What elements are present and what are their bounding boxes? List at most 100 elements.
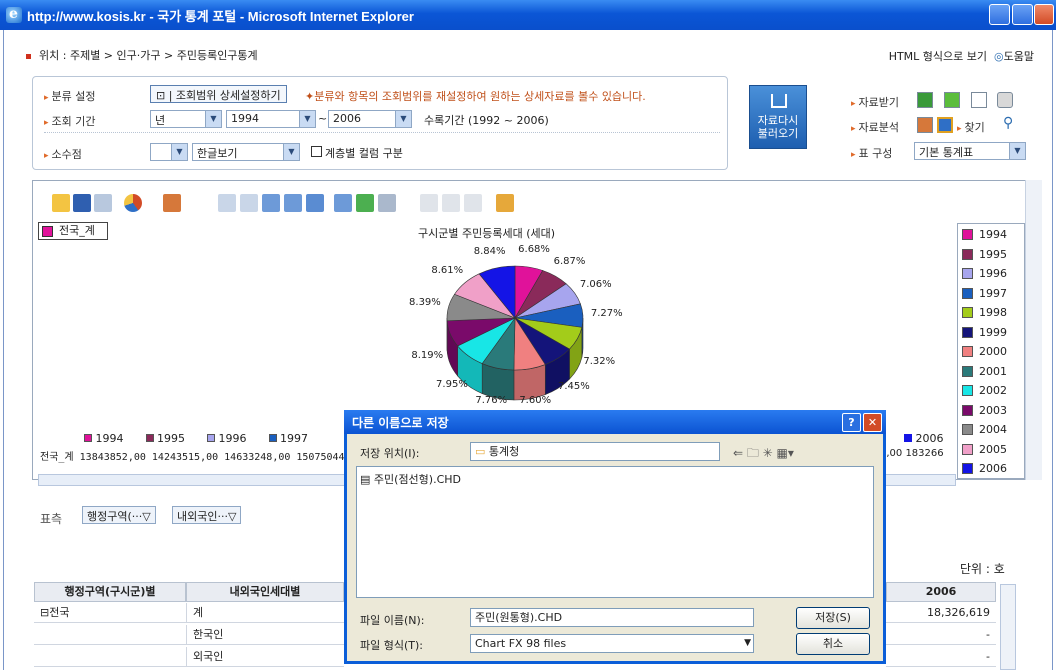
excel-icon[interactable] [917, 92, 933, 108]
hierarchy-checkbox[interactable] [311, 146, 322, 157]
save-button[interactable]: 저장(S) [796, 607, 870, 629]
vertical-scrollbar[interactable] [1025, 180, 1042, 480]
legend-swatch [962, 248, 973, 260]
pie-label-2004: 8.39% [409, 296, 441, 308]
file-list[interactable]: ▤ 주민(점선형).CHD [356, 466, 874, 598]
hierarchy-label: 계층별 컬럼 구분 [325, 147, 403, 160]
strip-legend-1994: 1994 [84, 432, 124, 445]
col-header-region: 행정구역(구시군)별 [34, 582, 186, 602]
print-icon[interactable] [997, 92, 1013, 108]
legend-item-2006: 2006 [962, 462, 1007, 475]
csv-icon[interactable] [944, 92, 960, 108]
pie-type-icon[interactable] [124, 194, 142, 212]
download-label: 자료받기 [851, 94, 899, 110]
file-type-select[interactable]: Chart FX 98 files ▼ [470, 634, 754, 653]
file-icon: ▤ [360, 473, 371, 486]
table-cell: 한국인 [186, 625, 344, 645]
legend-label: 2004 [979, 423, 1007, 436]
legend-label: 2006 [979, 462, 1007, 475]
legend-swatch [962, 326, 973, 338]
legend-icon[interactable] [240, 194, 258, 212]
cancel-button[interactable]: 취소 [796, 633, 870, 655]
list-icon[interactable] [262, 194, 280, 212]
help-link[interactable]: 도움말 [1004, 50, 1034, 63]
dialog-help-button[interactable]: ? [842, 413, 861, 432]
period-to-select[interactable]: 2006 ▼ [328, 110, 412, 128]
table-icon[interactable] [284, 194, 302, 212]
pie-label-2000: 7.60% [519, 395, 552, 407]
series-combo[interactable]: 전국_계 [38, 222, 108, 240]
html-view-link[interactable]: HTML 형식으로 보기 [889, 50, 987, 63]
legend-label: 2001 [979, 364, 1007, 378]
minimize-button[interactable] [989, 4, 1010, 25]
rotate-icon[interactable] [356, 194, 374, 212]
strip-legend: 1994 1995 1996 1997 [84, 432, 330, 445]
dialog-nav-icons[interactable]: ⇐ 🗀 ✳ ▦▾ [733, 444, 794, 465]
col-header-2006: 2006 [886, 582, 996, 602]
ie-icon [6, 6, 22, 23]
save-location-select[interactable]: ▭ 통계청 [470, 442, 720, 461]
grid-icon[interactable] [218, 194, 236, 212]
period-separator: ~ [318, 112, 328, 125]
pivot-nationality-button[interactable]: 내외국인···▽ [172, 506, 242, 524]
color-icon[interactable] [163, 194, 181, 212]
chart-icon[interactable] [937, 117, 953, 133]
table-scrollbar[interactable] [1000, 584, 1016, 670]
legend-item-2004: 2004 [962, 423, 1007, 436]
find-label[interactable]: 찾기 [957, 119, 985, 135]
save-icon[interactable] [73, 194, 91, 212]
chart-legend: 1994 1995 1996 1997 1998 1999 2000 2001 2002 2003… [957, 223, 1025, 479]
image-icon[interactable] [306, 194, 324, 212]
table-cell [34, 647, 186, 667]
legend-swatch [962, 443, 973, 455]
period-unit-select[interactable]: 년 ▼ [150, 110, 222, 128]
tools-icon[interactable] [496, 194, 514, 212]
legend-label: 1994 [979, 228, 1007, 241]
range-setting-button[interactable]: ⊡ | 조회범위 상세설정하기 [150, 85, 287, 103]
legend-swatch [962, 404, 973, 416]
legend-item-2005: 2005 [962, 443, 1007, 456]
legend-item-2003: 2003 [962, 404, 1007, 417]
zoom-icon[interactable] [378, 194, 396, 212]
period-label: 조회 기간 [44, 113, 96, 129]
magnifier-icon[interactable]: ⚲ [1003, 115, 1013, 131]
legend-item-1995: 1995 [962, 248, 1007, 261]
chart-title: 구시군별 주민등록세대 (세대) [418, 227, 556, 240]
col-header-nationality: 내외국인세대별 [186, 582, 344, 602]
period-from-select[interactable]: 1994 ▼ [226, 110, 316, 128]
legend-swatch [962, 287, 973, 299]
strip-legend-1996: 1996 [207, 432, 247, 445]
copy-icon[interactable] [94, 194, 112, 212]
legend-swatch [962, 424, 973, 435]
save-location-label: 저장 위치(I): [360, 447, 420, 460]
legend-item-2001: 2001 [962, 365, 1007, 378]
analysis-icon[interactable] [917, 117, 933, 133]
dialog-title: 다른 이름으로 저장 [344, 410, 886, 434]
series-swatch [42, 226, 53, 237]
3d-icon[interactable] [334, 194, 352, 212]
pie-label-2001: 7.76% [475, 394, 508, 406]
dialog-close-button[interactable]: ✕ [863, 413, 882, 432]
legend-item-1996: 1996 [962, 267, 1007, 280]
legend-swatch [962, 268, 973, 279]
legend-label: 1998 [979, 306, 1007, 319]
text-icon[interactable] [971, 92, 987, 108]
pie-label-1994: 6.68% [518, 244, 550, 256]
reload-data-button[interactable]: 자료다시 불러오기 [749, 85, 807, 149]
file-name-input[interactable]: 주민(원통형).CHD [470, 608, 754, 627]
maximize-button[interactable] [1012, 4, 1033, 25]
table-config-select[interactable]: 기본 통계표 ▼ [914, 142, 1026, 160]
search-icon: ⊡ | [156, 89, 173, 102]
find-icon[interactable] [420, 194, 438, 212]
language-select[interactable]: 한글보기 ▼ [192, 143, 300, 161]
open-icon[interactable] [52, 194, 70, 212]
pie-label-1998: 7.32% [583, 356, 616, 368]
close-button[interactable] [1034, 4, 1054, 25]
decimal-select[interactable]: ▼ [150, 143, 188, 161]
file-item[interactable]: ▤ 주민(점선형).CHD [357, 467, 873, 491]
legend-label: 2000 [979, 345, 1007, 358]
preview-icon[interactable] [442, 194, 460, 212]
legend-swatch [962, 463, 973, 474]
print-chart-icon[interactable] [464, 194, 482, 212]
pivot-region-button[interactable]: 행정구역(···▽ [82, 506, 156, 524]
